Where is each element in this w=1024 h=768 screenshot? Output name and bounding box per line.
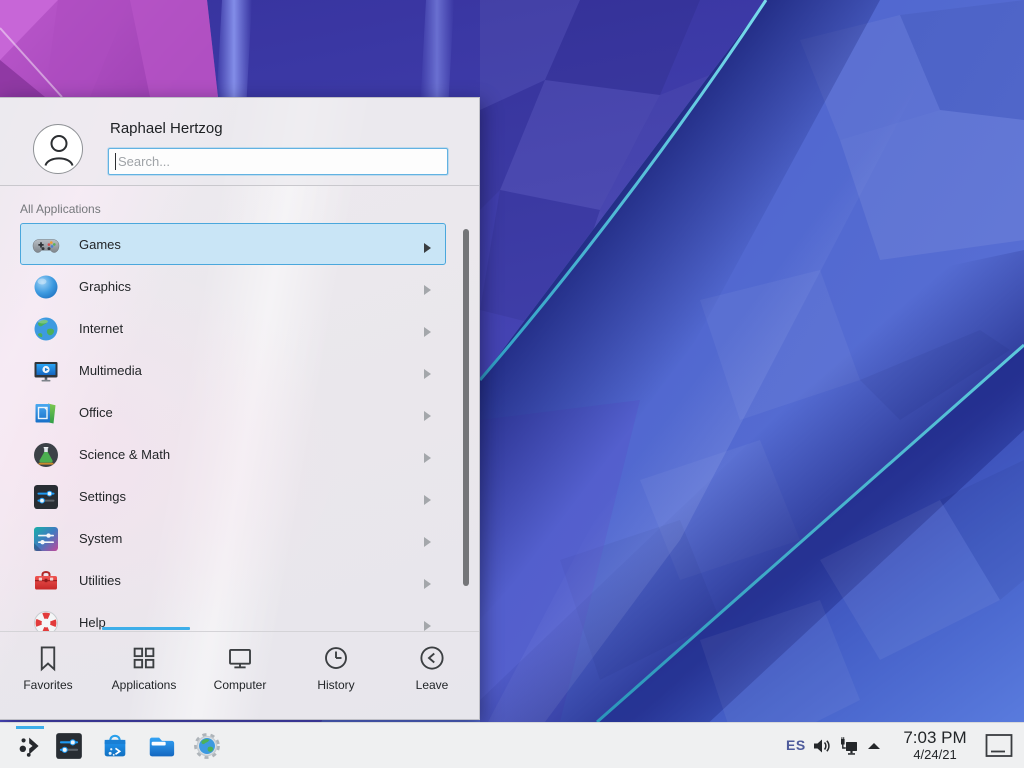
clock-date: 4/24/21 xyxy=(885,747,985,762)
help-lifebuoy-icon xyxy=(32,609,60,632)
discover-bag-icon[interactable] xyxy=(100,731,130,761)
category-label: Office xyxy=(79,405,113,420)
graphics-ball-icon xyxy=(32,273,60,301)
category-science-math[interactable]: Science & Math xyxy=(20,433,446,475)
list-scrollbar[interactable] xyxy=(463,229,469,586)
settings-sliders-icon xyxy=(32,483,60,511)
launcher-tabbar: Favorites Applications C xyxy=(0,632,480,716)
caret-up-icon[interactable] xyxy=(866,739,886,759)
tab-applications[interactable]: Applications xyxy=(96,632,192,716)
active-launcher-indicator xyxy=(16,726,44,729)
tab-leave[interactable]: Leave xyxy=(384,632,480,716)
search-input[interactable] xyxy=(108,148,448,175)
submenu-arrow-icon xyxy=(424,324,431,342)
category-system[interactable]: System xyxy=(20,517,446,559)
submenu-arrow-icon xyxy=(424,618,431,632)
category-settings[interactable]: Settings xyxy=(20,475,446,517)
internet-globe-icon xyxy=(32,315,60,343)
leave-back-circle-icon xyxy=(417,643,447,673)
tab-label: Leave xyxy=(416,678,449,692)
file-manager-folder-icon[interactable] xyxy=(146,731,176,761)
office-documents-icon xyxy=(32,399,60,427)
application-launcher: Raphael Hertzog All Applications xyxy=(0,97,480,720)
history-clock-icon xyxy=(321,643,351,673)
submenu-arrow-icon xyxy=(424,240,431,258)
category-list: Games Graphics xyxy=(0,223,480,632)
user-name: Raphael Hertzog xyxy=(110,120,223,137)
tab-label: History xyxy=(317,678,354,692)
section-label: All Applications xyxy=(20,202,101,216)
wired-network-icon[interactable] xyxy=(838,736,858,756)
submenu-arrow-icon xyxy=(424,534,431,552)
submenu-arrow-icon xyxy=(424,366,431,384)
taskbar: ES 7:03 PM 4/24/21 xyxy=(0,722,1024,768)
tab-computer[interactable]: Computer xyxy=(192,632,288,716)
tab-label: Favorites xyxy=(23,678,72,692)
tab-history[interactable]: History xyxy=(288,632,384,716)
category-label: Utilities xyxy=(79,573,121,588)
tab-favorites[interactable]: Favorites xyxy=(0,632,96,716)
gamepad-icon xyxy=(32,231,60,259)
clock[interactable]: 7:03 PM 4/24/21 xyxy=(885,728,985,762)
multimedia-monitor-icon xyxy=(32,357,60,385)
category-label: Multimedia xyxy=(79,363,142,378)
category-internet[interactable]: Internet xyxy=(20,307,446,349)
submenu-arrow-icon xyxy=(424,408,431,426)
category-games[interactable]: Games xyxy=(20,223,446,265)
category-label: Internet xyxy=(79,321,123,336)
category-label: Games xyxy=(79,237,121,252)
desktop: Raphael Hertzog All Applications xyxy=(0,0,1024,768)
text-caret xyxy=(115,153,116,170)
kde-menu-icon[interactable] xyxy=(17,731,47,761)
show-desktop-icon[interactable] xyxy=(984,731,1014,761)
app-grid-icon xyxy=(129,643,159,673)
submenu-arrow-icon xyxy=(424,282,431,300)
category-multimedia[interactable]: Multimedia xyxy=(20,349,446,391)
system-settings-icon[interactable] xyxy=(54,731,84,761)
system-sliders-icon xyxy=(32,525,60,553)
science-flask-icon xyxy=(32,441,60,469)
computer-monitor-icon xyxy=(225,643,255,673)
category-utilities[interactable]: Utilities xyxy=(20,559,446,601)
category-help[interactable]: Help xyxy=(20,601,446,632)
category-label: Settings xyxy=(79,489,126,504)
tab-label: Applications xyxy=(112,678,177,692)
launcher-header: Raphael Hertzog xyxy=(0,98,479,186)
submenu-arrow-icon xyxy=(424,492,431,510)
tab-label: Computer xyxy=(214,678,267,692)
active-tab-indicator xyxy=(102,627,190,630)
category-label: Science & Math xyxy=(79,447,170,462)
volume-icon[interactable] xyxy=(811,736,831,756)
category-label: Graphics xyxy=(79,279,131,294)
browser-globe-gear-icon[interactable] xyxy=(192,731,222,761)
utilities-toolbox-icon xyxy=(32,567,60,595)
category-office[interactable]: Office xyxy=(20,391,446,433)
submenu-arrow-icon xyxy=(424,576,431,594)
keyboard-layout-indicator[interactable]: ES xyxy=(786,737,806,753)
category-graphics[interactable]: Graphics xyxy=(20,265,446,307)
clock-time: 7:03 PM xyxy=(885,728,985,747)
bookmark-icon xyxy=(33,643,63,673)
category-label: System xyxy=(79,531,122,546)
submenu-arrow-icon xyxy=(424,450,431,468)
user-avatar-icon[interactable] xyxy=(33,124,83,174)
